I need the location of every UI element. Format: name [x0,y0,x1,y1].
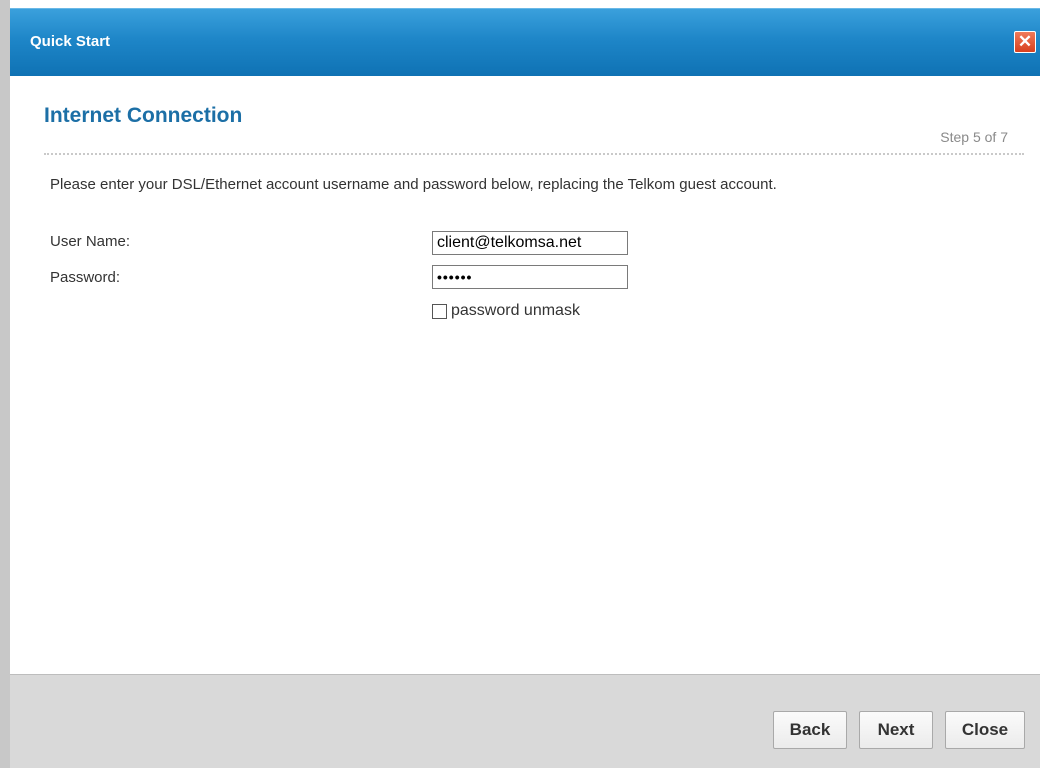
divider [44,153,1024,155]
wizard-content: Internet Connection Step 5 of 7 Please e… [10,76,1040,674]
step-indicator: Step 5 of 7 [940,129,1008,145]
username-input[interactable] [432,231,628,255]
instructions-text: Please enter your DSL/Ethernet account u… [50,176,777,193]
password-input[interactable] [432,265,628,289]
window-title: Quick Start [30,33,111,50]
close-button[interactable]: Close [945,711,1025,749]
password-unmask-label: password unmask [451,302,580,319]
username-label: User Name: [50,233,131,250]
wizard-footer: Back Next Close [10,674,1040,768]
page-title: Internet Connection [44,104,243,127]
next-button[interactable]: Next [859,711,933,749]
close-icon[interactable]: ✕ [1014,31,1036,53]
title-bar: Quick Start ✕ [10,8,1040,76]
back-button[interactable]: Back [773,711,847,749]
password-unmask-option[interactable]: password unmask [432,302,580,320]
password-label: Password: [50,269,121,286]
password-unmask-checkbox[interactable] [432,303,447,319]
